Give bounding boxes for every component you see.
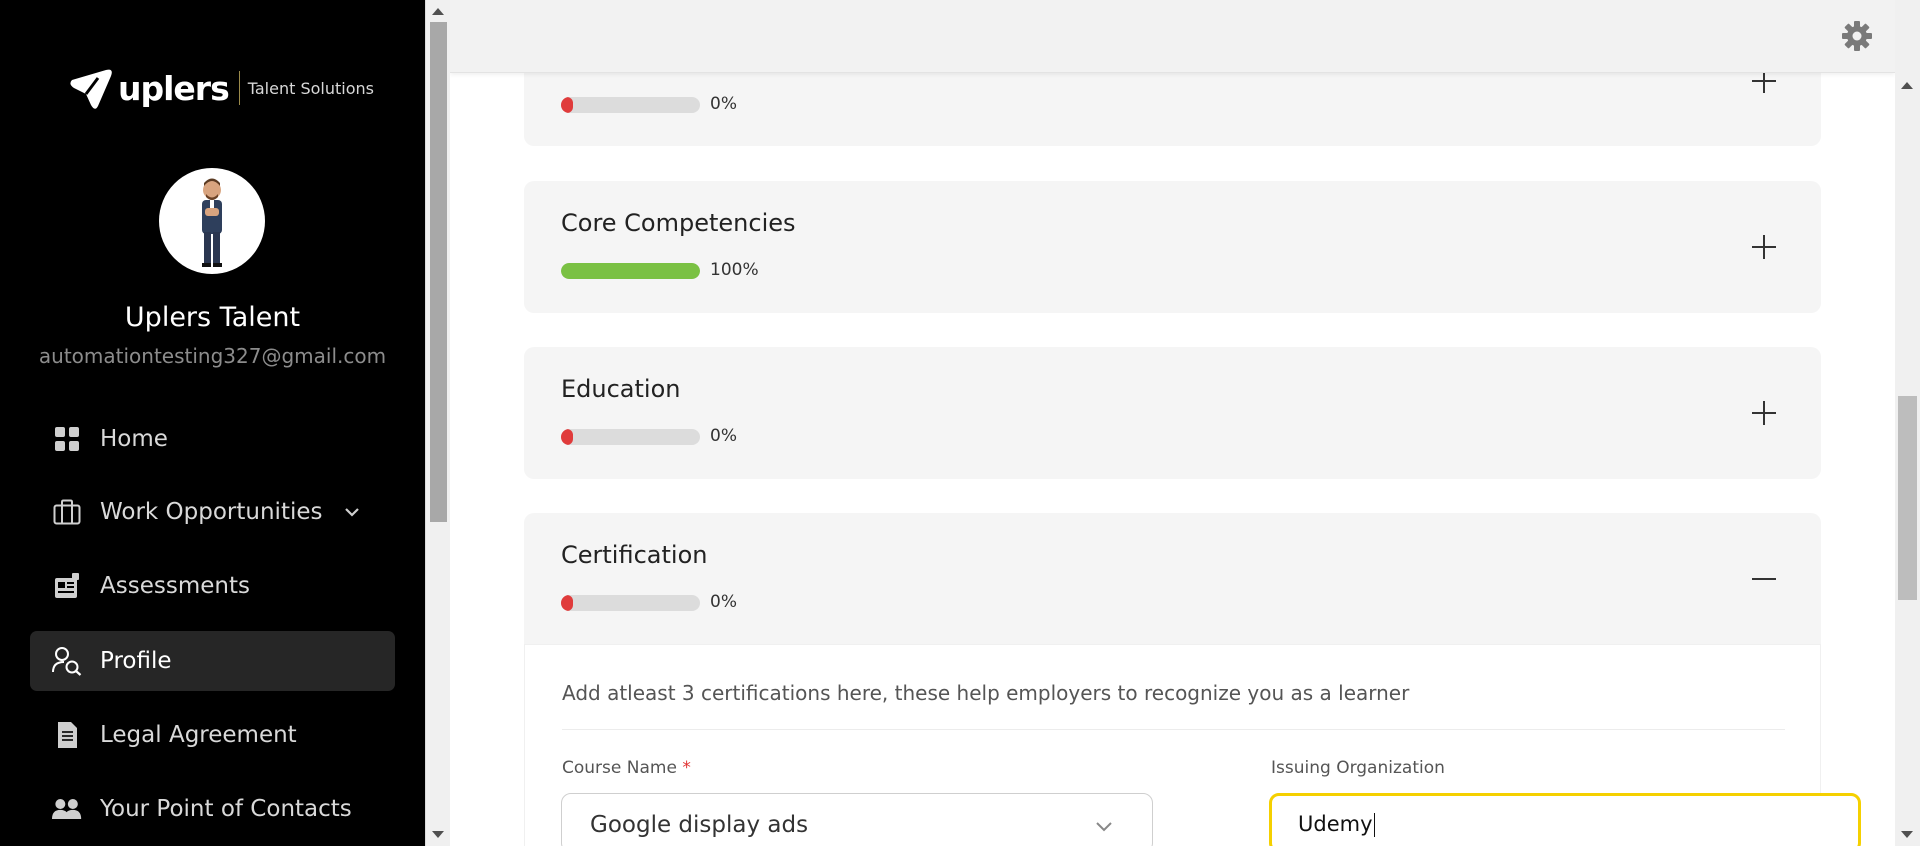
progress-percent: 0% bbox=[710, 592, 737, 612]
progress-fill bbox=[561, 595, 573, 611]
assessment-icon bbox=[52, 571, 82, 601]
sidebar-scrollbar[interactable] bbox=[425, 0, 450, 846]
nav-item-home[interactable]: Home bbox=[30, 409, 395, 469]
main-scroll-thumb[interactable] bbox=[1898, 396, 1917, 600]
progress-fill bbox=[561, 97, 573, 113]
nav-label-assessments: Assessments bbox=[100, 573, 250, 599]
issuing-organization-label: Issuing Organization bbox=[1271, 758, 1445, 778]
plus-icon[interactable] bbox=[1751, 400, 1777, 426]
progress-bar bbox=[561, 429, 700, 445]
sidebar: uplers Talent Solutions Uplers Talent au… bbox=[0, 0, 425, 846]
briefcase-icon bbox=[52, 497, 82, 527]
required-mark: * bbox=[682, 758, 691, 778]
course-name-value: Google display ads bbox=[590, 812, 809, 838]
text-cursor bbox=[1373, 813, 1375, 837]
gear-icon[interactable] bbox=[1841, 20, 1873, 52]
grid-icon bbox=[52, 424, 82, 454]
section-education[interactable]: Education 0% bbox=[524, 347, 1821, 479]
nav-item-legal-agreement[interactable]: Legal Agreement bbox=[30, 705, 395, 765]
section-title: Certification bbox=[561, 541, 708, 569]
scroll-up-arrow[interactable] bbox=[432, 8, 444, 15]
user-name: Uplers Talent bbox=[124, 302, 301, 333]
nav-label-legal-agreement: Legal Agreement bbox=[100, 722, 297, 748]
plus-icon[interactable] bbox=[1751, 234, 1777, 260]
nav-label-point-of-contacts: Your Point of Contacts bbox=[100, 796, 352, 822]
section-core-competencies[interactable]: Core Competencies 100% bbox=[524, 181, 1821, 313]
nav-item-work-opportunities[interactable]: Work Opportunities bbox=[30, 482, 395, 542]
scroll-down-arrow[interactable] bbox=[432, 831, 444, 838]
nav-label-work-opportunities: Work Opportunities bbox=[100, 499, 323, 525]
progress-fill bbox=[561, 429, 573, 445]
user-email: automationtesting327@gmail.com bbox=[38, 344, 387, 368]
contacts-icon bbox=[52, 794, 82, 824]
uplers-logo-icon bbox=[70, 69, 112, 109]
certification-hint: Add atleast 3 certifications here, these… bbox=[562, 681, 1410, 705]
uplers-logo[interactable]: uplers Talent Solutions bbox=[68, 66, 374, 110]
logo-separator bbox=[238, 71, 240, 105]
progress-bar bbox=[561, 263, 700, 279]
nav-label-profile: Profile bbox=[100, 648, 172, 674]
section-certification[interactable]: Certification 0% bbox=[524, 513, 1821, 644]
nav-item-assessments[interactable]: Assessments bbox=[30, 556, 395, 616]
minus-icon[interactable] bbox=[1751, 566, 1777, 592]
certification-form: Add atleast 3 certifications here, these… bbox=[524, 644, 1861, 846]
document-icon bbox=[52, 720, 82, 750]
progress-fill bbox=[561, 263, 700, 279]
scroll-up-arrow[interactable] bbox=[1901, 82, 1913, 89]
issuing-organization-value: Udemy bbox=[1298, 812, 1375, 837]
progress-percent: 0% bbox=[710, 426, 737, 446]
nav-item-point-of-contacts[interactable]: Your Point of Contacts bbox=[30, 779, 395, 839]
avatar-illustration bbox=[202, 178, 222, 267]
sidebar-scroll-thumb[interactable] bbox=[430, 22, 447, 522]
profile-search-icon bbox=[52, 646, 82, 676]
divider bbox=[562, 729, 1785, 730]
nav-item-profile[interactable]: Profile bbox=[30, 631, 395, 691]
section-title: Core Competencies bbox=[561, 209, 796, 237]
chevron-down-icon[interactable] bbox=[343, 503, 361, 521]
main-scrollbar[interactable] bbox=[1895, 0, 1920, 846]
progress-percent: 100% bbox=[710, 260, 759, 280]
progress-bar bbox=[561, 595, 700, 611]
logo-wordmark: uplers bbox=[118, 68, 230, 108]
course-name-select[interactable]: Google display ads bbox=[561, 793, 1153, 846]
logo-tagline: Talent Solutions bbox=[247, 78, 374, 98]
nav-label-home: Home bbox=[100, 426, 168, 452]
chevron-down-icon[interactable] bbox=[1094, 816, 1114, 836]
top-bar bbox=[450, 0, 1895, 73]
issuing-organization-input[interactable]: Udemy bbox=[1269, 793, 1861, 846]
course-name-label: Course Name * bbox=[562, 758, 691, 778]
avatar[interactable] bbox=[159, 168, 265, 274]
main-content: 0% Core Competencies 100% Education 0% C… bbox=[450, 0, 1895, 846]
progress-bar bbox=[561, 97, 700, 113]
progress-percent: 0% bbox=[710, 94, 737, 114]
section-title: Education bbox=[561, 375, 681, 403]
scroll-down-arrow[interactable] bbox=[1901, 831, 1913, 838]
